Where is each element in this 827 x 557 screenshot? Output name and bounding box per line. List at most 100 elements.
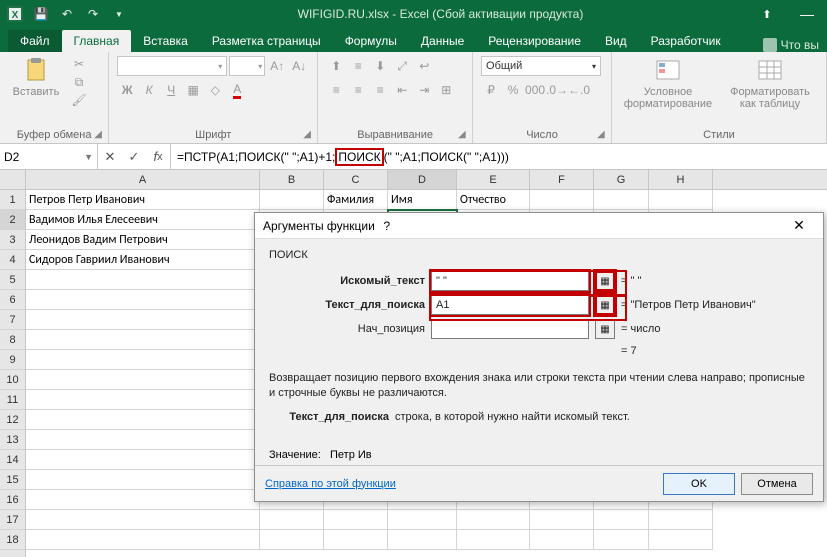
font-color-icon[interactable]: A: [227, 80, 247, 100]
cell[interactable]: [26, 390, 260, 410]
decrease-indent-icon[interactable]: ⇤: [392, 80, 412, 100]
col-header[interactable]: B: [260, 170, 324, 189]
currency-icon[interactable]: ₽: [481, 80, 501, 100]
cell[interactable]: [530, 510, 594, 530]
cell[interactable]: Леонидов Вадим Петрович: [26, 230, 260, 250]
col-header[interactable]: E: [457, 170, 530, 189]
font-size-select[interactable]: ▾: [229, 56, 265, 76]
align-top-icon[interactable]: ⬆: [326, 56, 346, 76]
number-launcher-icon[interactable]: ◢: [597, 129, 609, 141]
cell[interactable]: [26, 330, 260, 350]
cell[interactable]: [260, 530, 324, 550]
cell[interactable]: Фамилия: [324, 190, 388, 210]
align-middle-icon[interactable]: ≡: [348, 56, 368, 76]
row-header[interactable]: 4: [0, 250, 25, 270]
undo-icon[interactable]: ↶: [56, 3, 78, 25]
number-format-select[interactable]: Общий▾: [481, 56, 601, 76]
cell[interactable]: [26, 470, 260, 490]
arg3-input[interactable]: [431, 319, 589, 339]
align-bottom-icon[interactable]: ⬇: [370, 56, 390, 76]
cell[interactable]: [26, 530, 260, 550]
font-family-select[interactable]: ▾: [117, 56, 227, 76]
dialog-titlebar[interactable]: Аргументы функции ? ✕: [255, 213, 823, 239]
tab-view[interactable]: Вид: [593, 30, 639, 52]
minimize-icon[interactable]: —: [787, 0, 827, 28]
qat-dropdown-icon[interactable]: ▼: [108, 3, 130, 25]
redo-icon[interactable]: ↷: [82, 3, 104, 25]
row-header[interactable]: 3: [0, 230, 25, 250]
format-painter-icon[interactable]: 🖌: [70, 92, 88, 108]
cell[interactable]: [530, 190, 594, 210]
cell[interactable]: [457, 510, 530, 530]
dialog-close-icon[interactable]: ✕: [783, 217, 815, 234]
font-launcher-icon[interactable]: ◢: [303, 129, 315, 141]
underline-button[interactable]: Ч: [161, 80, 181, 100]
dialog-help-link[interactable]: Справка по этой функции: [265, 478, 396, 490]
bold-button[interactable]: Ж: [117, 80, 137, 100]
row-header[interactable]: 15: [0, 470, 25, 490]
cell[interactable]: [594, 190, 649, 210]
cell[interactable]: Имя: [388, 190, 457, 210]
ok-button[interactable]: OK: [663, 473, 735, 495]
cell[interactable]: [649, 190, 713, 210]
alignment-launcher-icon[interactable]: ◢: [458, 129, 470, 141]
cell[interactable]: [26, 290, 260, 310]
col-header[interactable]: H: [649, 170, 713, 189]
cell[interactable]: [26, 430, 260, 450]
percent-icon[interactable]: %: [503, 80, 523, 100]
tab-data[interactable]: Данные: [409, 30, 476, 52]
clipboard-launcher-icon[interactable]: ◢: [94, 129, 106, 141]
align-left-icon[interactable]: ≡: [326, 80, 346, 100]
cell[interactable]: [388, 510, 457, 530]
tab-insert[interactable]: Вставка: [131, 30, 200, 52]
inc-decimal-icon[interactable]: .0→: [547, 80, 567, 100]
row-header[interactable]: 17: [0, 510, 25, 530]
row-header[interactable]: 1: [0, 190, 25, 210]
tab-review[interactable]: Рецензирование: [476, 30, 593, 52]
arg1-input[interactable]: " ": [431, 271, 589, 291]
cell[interactable]: [594, 510, 649, 530]
dec-decimal-icon[interactable]: ←.0: [569, 80, 589, 100]
row-header[interactable]: 18: [0, 530, 25, 550]
cell[interactable]: [26, 270, 260, 290]
namebox-dropdown-icon[interactable]: ▼: [84, 152, 93, 162]
col-header[interactable]: D: [388, 170, 457, 189]
cell[interactable]: [26, 370, 260, 390]
cell[interactable]: Отчество: [457, 190, 530, 210]
italic-button[interactable]: К: [139, 80, 159, 100]
merge-icon[interactable]: ⊞: [436, 80, 456, 100]
col-header[interactable]: A: [26, 170, 260, 189]
cell[interactable]: [260, 190, 324, 210]
cell[interactable]: [26, 490, 260, 510]
row-header[interactable]: 8: [0, 330, 25, 350]
cell[interactable]: [649, 530, 713, 550]
tab-home[interactable]: Главная: [62, 30, 132, 52]
align-right-icon[interactable]: ≡: [370, 80, 390, 100]
tab-formulas[interactable]: Формулы: [333, 30, 409, 52]
conditional-formatting-button[interactable]: Условное форматирование: [620, 56, 716, 110]
col-header[interactable]: F: [530, 170, 594, 189]
increase-indent-icon[interactable]: ⇥: [414, 80, 434, 100]
thousands-icon[interactable]: 000: [525, 80, 545, 100]
cell[interactable]: [26, 310, 260, 330]
col-header[interactable]: G: [594, 170, 649, 189]
align-center-icon[interactable]: ≡: [348, 80, 368, 100]
row-header[interactable]: 2: [0, 210, 25, 230]
format-as-table-button[interactable]: Форматировать как таблицу: [722, 56, 818, 110]
cell[interactable]: [26, 410, 260, 430]
save-icon[interactable]: 💾: [30, 3, 52, 25]
row-header[interactable]: 13: [0, 430, 25, 450]
cell[interactable]: [26, 450, 260, 470]
ribbon-options-icon[interactable]: ⬆: [747, 0, 787, 28]
fx-icon[interactable]: fx: [146, 149, 170, 164]
arg3-refedit-icon[interactable]: ▦: [595, 319, 615, 339]
row-header[interactable]: 12: [0, 410, 25, 430]
cell[interactable]: Петров Петр Иванович: [26, 190, 260, 210]
cell[interactable]: [649, 510, 713, 530]
row-header[interactable]: 5: [0, 270, 25, 290]
cell[interactable]: [594, 530, 649, 550]
tab-developer[interactable]: Разработчик: [639, 30, 733, 52]
increase-font-icon[interactable]: A↑: [267, 56, 287, 76]
orientation-icon[interactable]: ⤢: [392, 56, 412, 76]
row-header[interactable]: 11: [0, 390, 25, 410]
